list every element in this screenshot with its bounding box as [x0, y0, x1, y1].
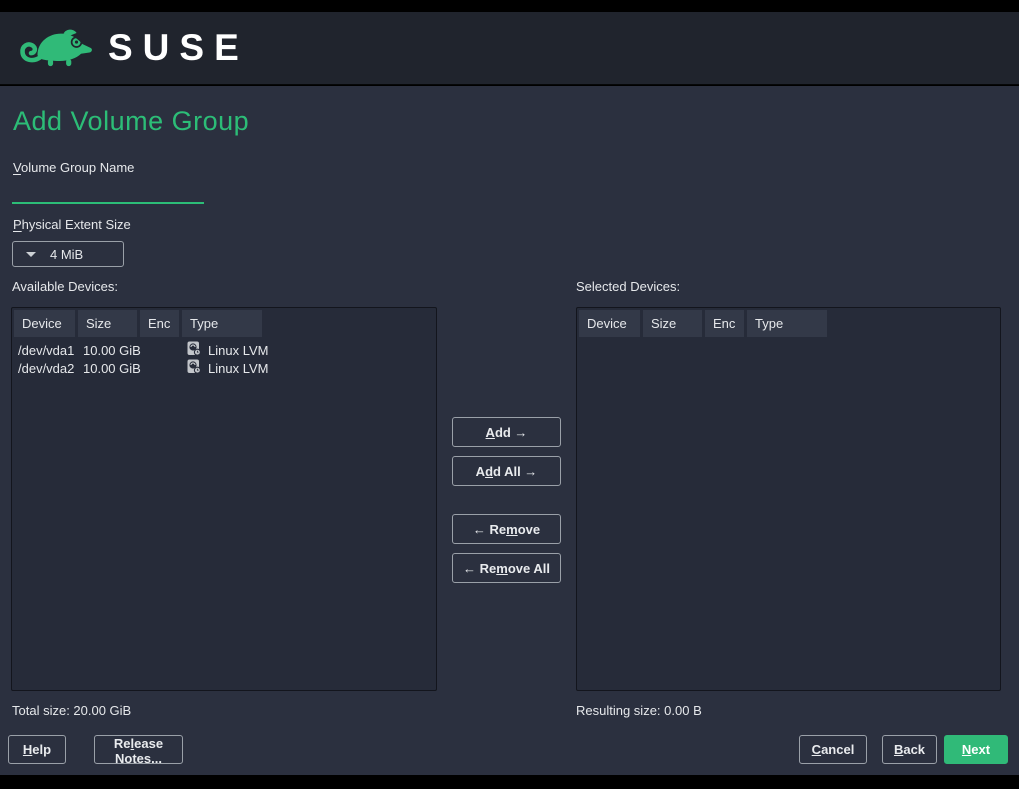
- available-devices-rows: /dev/vda1 10.00 GiB: [12, 341, 436, 377]
- column-header-size[interactable]: Size: [643, 310, 702, 337]
- type-label: Linux LVM: [208, 343, 268, 358]
- type-cell: Linux LVM: [187, 341, 268, 359]
- total-size-text: Total size: 20.00 GiB: [12, 703, 131, 718]
- chevron-down-icon: [26, 252, 36, 257]
- selected-devices-header: Device Size Enc Type: [579, 310, 998, 337]
- column-header-type[interactable]: Type: [182, 310, 262, 337]
- resulting-size-text: Resulting size: 0.00 B: [576, 703, 702, 718]
- size-cell: 10.00 GiB: [83, 361, 145, 376]
- volume-group-name-label: Volume Group Name: [13, 160, 134, 175]
- column-header-type[interactable]: Type: [747, 310, 827, 337]
- column-header-device[interactable]: Device: [579, 310, 640, 337]
- next-button[interactable]: Next: [944, 735, 1008, 764]
- help-button[interactable]: Help: [8, 735, 66, 764]
- selected-devices-table[interactable]: Device Size Enc Type: [576, 307, 1001, 691]
- add-all-button[interactable]: Add All →: [452, 456, 561, 486]
- type-cell: Linux LVM: [187, 359, 268, 377]
- physical-extent-size-value: 4 MiB: [50, 247, 83, 262]
- lvm-partition-icon: [187, 359, 201, 377]
- cancel-button[interactable]: Cancel: [799, 735, 867, 764]
- table-row[interactable]: /dev/vda2 10.00 GiB: [12, 359, 436, 377]
- physical-extent-size-select[interactable]: 4 MiB: [12, 241, 124, 267]
- column-header-enc[interactable]: Enc: [705, 310, 744, 337]
- add-button[interactable]: Add →: [452, 417, 561, 447]
- lvm-partition-icon: [187, 341, 201, 359]
- installer-window: SUSE Add Volume Group Volume Group Name …: [0, 0, 1019, 789]
- top-brand-bar: SUSE: [0, 12, 1019, 85]
- device-cell: /dev/vda1: [18, 343, 83, 358]
- remove-button[interactable]: ← Remove: [452, 514, 561, 544]
- suse-wordmark: SUSE: [108, 27, 249, 69]
- suse-chameleon-icon: [18, 22, 96, 75]
- remove-all-button[interactable]: ← Remove All: [452, 553, 561, 583]
- column-header-size[interactable]: Size: [78, 310, 137, 337]
- device-cell: /dev/vda2: [18, 361, 83, 376]
- size-cell: 10.00 GiB: [83, 343, 145, 358]
- available-devices-label: Available Devices:: [12, 279, 118, 294]
- physical-extent-size-label: Physical Extent Size: [13, 217, 131, 232]
- column-header-device[interactable]: Device: [14, 310, 75, 337]
- type-label: Linux LVM: [208, 361, 268, 376]
- page-title: Add Volume Group: [13, 106, 249, 137]
- volume-group-name-input[interactable]: [12, 180, 204, 204]
- suse-logo: SUSE: [18, 22, 249, 75]
- available-devices-table[interactable]: Device Size Enc Type /dev/vda1 10.00 GiB: [11, 307, 437, 691]
- table-row[interactable]: /dev/vda1 10.00 GiB: [12, 341, 436, 359]
- dialog-content: Add Volume Group Volume Group Name Physi…: [0, 86, 1019, 775]
- column-header-enc[interactable]: Enc: [140, 310, 179, 337]
- selected-devices-label: Selected Devices:: [576, 279, 680, 294]
- back-button[interactable]: Back: [882, 735, 937, 764]
- available-devices-header: Device Size Enc Type: [14, 310, 434, 337]
- release-notes-button[interactable]: Release Notes...: [94, 735, 183, 764]
